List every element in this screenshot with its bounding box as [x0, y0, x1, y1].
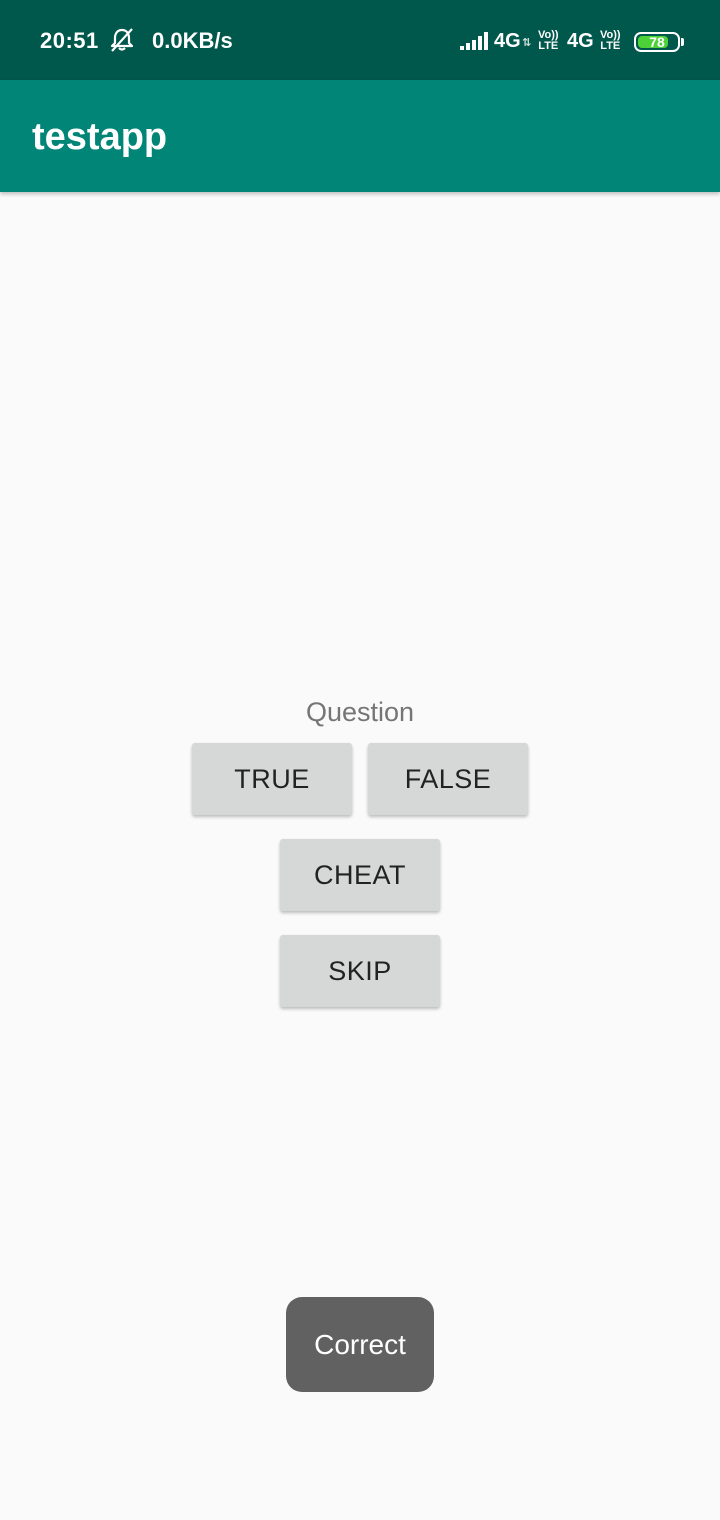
skip-button[interactable]: SKIP — [280, 935, 440, 1007]
screen: 20:51 0.0KB/s 4G ⇅ Vo))LTE 4G Vo))LTE — [0, 0, 720, 1520]
cheat-button[interactable]: CHEAT — [280, 839, 440, 911]
volte-badge-2: Vo)) LTE — [600, 29, 621, 52]
app-bar: testapp — [0, 80, 720, 192]
toast-message: Correct — [286, 1297, 434, 1392]
network-speed: 0.0KB/s — [152, 28, 233, 53]
battery-icon: 78 — [634, 32, 680, 52]
data-arrows-icon: ⇅ — [522, 37, 532, 49]
false-button[interactable]: FALSE — [368, 743, 528, 815]
network-type-2: 4G — [567, 30, 594, 52]
true-button[interactable]: TRUE — [192, 743, 352, 815]
question-text: Question — [305, 697, 415, 727]
volte-badge-1: Vo)) LTE — [538, 29, 559, 52]
battery-tip — [681, 38, 684, 46]
alarm-off-icon — [108, 26, 136, 54]
signal-icon — [460, 32, 490, 52]
app-title: testapp — [32, 116, 168, 158]
battery-level: 78 — [649, 34, 665, 50]
network-type-1: 4G — [494, 30, 521, 52]
status-time: 20:51 — [40, 28, 99, 53]
status-bar: 20:51 0.0KB/s 4G ⇅ Vo))LTE 4G Vo))LTE — [0, 0, 720, 80]
